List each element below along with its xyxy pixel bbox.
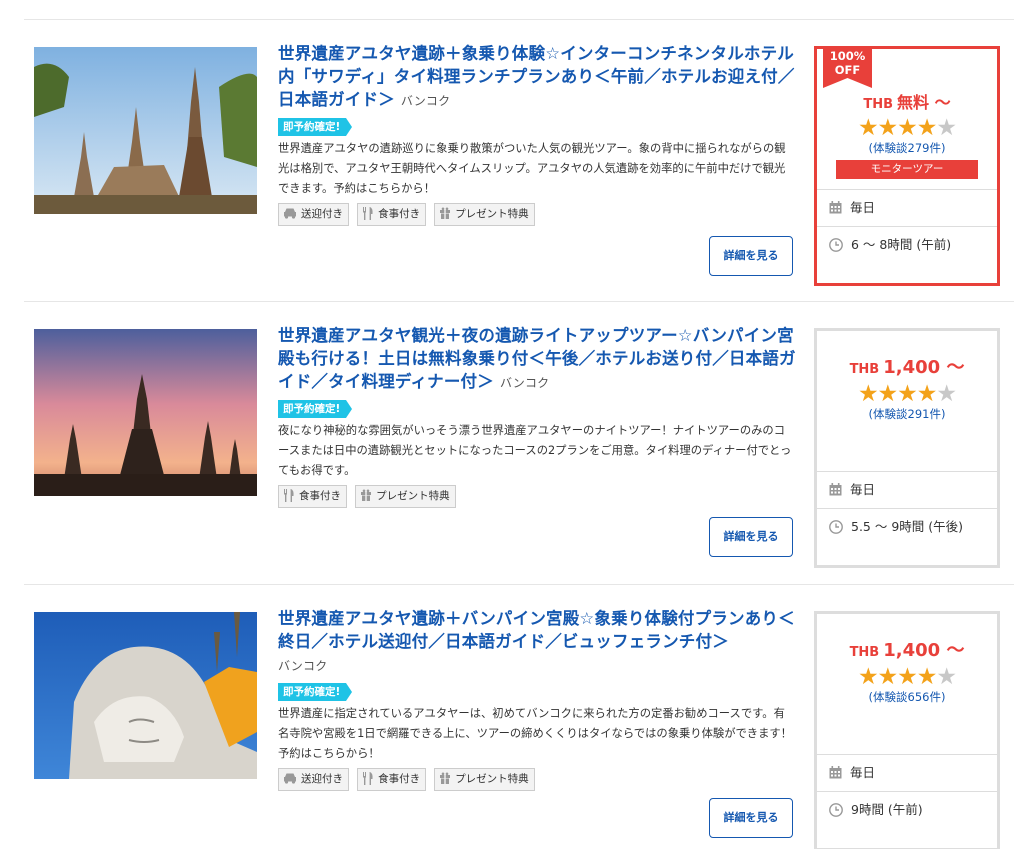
clock-icon xyxy=(829,519,843,534)
feature-tag-meal: 食事付き xyxy=(278,485,347,508)
detail-button[interactable]: 詳細を見る xyxy=(709,236,793,276)
frequency-row: 毎日 xyxy=(817,189,997,226)
car-icon xyxy=(284,773,296,784)
duration-row: 6 ～ 8時間 (午前) xyxy=(817,226,997,263)
tour-photo[interactable] xyxy=(34,47,257,214)
price-box[interactable]: THB 1,400 ～ ★★★★★ (体験談656件) 毎日 9時間 (午前) xyxy=(814,611,1000,849)
star-rating: ★★★★★ xyxy=(857,664,957,690)
feature-tag-meal: 食事付き xyxy=(357,768,427,791)
frequency-row: 毎日 xyxy=(817,754,997,791)
tour-info: 世界遺産アユタヤ観光＋夜の遺跡ライトアップツアー☆バンパイン宮殿も行ける！土日は… xyxy=(278,324,798,509)
monitor-tour-label: モニターツアー xyxy=(836,160,978,179)
tour-description: 世界遺産アユタヤの遺跡巡りに象乗り散策がついた人気の観光ツアー。象の背中に揺られ… xyxy=(278,142,786,195)
gift-icon xyxy=(440,207,451,219)
price-summary: THB 1,400 ～ ★★★★★ (体験談656件) xyxy=(817,614,997,754)
feature-tags: 送迎付き 食事付き プレゼント特典 xyxy=(278,203,798,227)
star-rating: ★★★★★ xyxy=(857,381,957,407)
instant-confirm-badge: 即予約確定! xyxy=(278,683,353,701)
meal-icon xyxy=(363,771,373,785)
tour-city: バンコク xyxy=(400,94,451,108)
price-summary: 100% OFF THB 無料 ～ ★★★★★ (体験談279件) モニターツアー xyxy=(817,46,997,189)
tour-info: 世界遺産アユタヤ遺跡＋バンパイン宮殿☆象乗り体験付プランあり＜終日／ホテル送迎付… xyxy=(278,607,798,792)
price-box[interactable]: 100% OFF THB 無料 ～ ★★★★★ (体験談279件) モニターツアー… xyxy=(814,46,1000,286)
frequency-row: 毎日 xyxy=(817,471,997,508)
tour-card: 世界遺産アユタヤ遺跡＋象乗り体験☆インターコンチネンタルホテル内「サワディ」タイ… xyxy=(24,19,1014,301)
feature-tags: 食事付き プレゼント特典 xyxy=(278,485,798,509)
detail-button[interactable]: 詳細を見る xyxy=(709,517,793,557)
star-rating: ★★★★★ xyxy=(857,115,957,141)
tour-title: 世界遺産アユタヤ遺跡＋象乗り体験☆インターコンチネンタルホテル内「サワディ」タイ… xyxy=(278,42,798,113)
tour-title-link[interactable]: 世界遺産アユタヤ遺跡＋象乗り体験☆インターコンチネンタルホテル内「サワディ」タイ… xyxy=(278,44,795,109)
price-box[interactable]: THB 1,400 ～ ★★★★★ (体験談291件) 毎日 5.5 ～ 9時間 … xyxy=(814,328,1000,568)
feature-tag-pickup: 送迎付き xyxy=(278,768,349,791)
tour-photo[interactable] xyxy=(34,612,257,779)
car-icon xyxy=(284,208,296,219)
review-count-link[interactable]: (体験談279件) xyxy=(817,141,997,155)
price: THB 1,400 ～ xyxy=(849,357,965,378)
calendar-icon xyxy=(829,766,842,779)
feature-tags: 送迎付き 食事付き プレゼント特典 xyxy=(278,768,798,792)
gift-icon xyxy=(440,772,451,784)
tour-city: バンコク xyxy=(278,659,328,673)
clock-icon xyxy=(829,237,843,252)
gift-icon xyxy=(361,489,372,501)
tour-info: 世界遺産アユタヤ遺跡＋象乗り体験☆インターコンチネンタルホテル内「サワディ」タイ… xyxy=(278,42,798,227)
instant-confirm-badge: 即予約確定! xyxy=(278,118,353,136)
review-count-link[interactable]: (体験談656件) xyxy=(817,690,997,704)
feature-tag-gift: プレゼント特典 xyxy=(434,203,535,226)
tour-card: 世界遺産アユタヤ観光＋夜の遺跡ライトアップツアー☆バンパイン宮殿も行ける！土日は… xyxy=(24,301,1014,584)
feature-tag-meal: 食事付き xyxy=(357,203,427,226)
meal-icon xyxy=(363,206,373,220)
tour-city: バンコク xyxy=(499,376,550,390)
tour-description: 夜になり神秘的な雰囲気がいっそう漂う世界遺産アユタヤーのナイトツアー！ナイトツア… xyxy=(278,424,792,477)
price: THB 1,400 ～ xyxy=(849,640,965,661)
tour-title: 世界遺産アユタヤ遺跡＋バンパイン宮殿☆象乗り体験付プランあり＜終日／ホテル送迎付… xyxy=(278,607,798,678)
tour-title-link[interactable]: 世界遺産アユタヤ遺跡＋バンパイン宮殿☆象乗り体験付プランあり＜終日／ホテル送迎付… xyxy=(278,609,795,651)
tour-list: 世界遺産アユタヤ遺跡＋象乗り体験☆インターコンチネンタルホテル内「サワディ」タイ… xyxy=(24,19,1014,849)
calendar-icon xyxy=(829,201,842,214)
instant-confirm-badge: 即予約確定! xyxy=(278,400,353,418)
feature-tag-gift: プレゼント特典 xyxy=(355,485,456,508)
clock-icon xyxy=(829,802,843,817)
duration-row: 9時間 (午前) xyxy=(817,791,997,828)
tour-photo[interactable] xyxy=(34,329,257,496)
tour-description: 世界遺産に指定されているアユタヤーは、初めてバンコクに来られた方の定番お勧めコー… xyxy=(278,707,792,760)
tour-card: 世界遺産アユタヤ遺跡＋バンパイン宮殿☆象乗り体験付プランあり＜終日／ホテル送迎付… xyxy=(24,584,1014,849)
calendar-icon xyxy=(829,483,842,496)
feature-tag-pickup: 送迎付き xyxy=(278,203,349,226)
feature-tag-gift: プレゼント特典 xyxy=(434,768,535,791)
review-count-link[interactable]: (体験談291件) xyxy=(817,407,997,421)
price-summary: THB 1,400 ～ ★★★★★ (体験談291件) xyxy=(817,331,997,471)
meal-icon xyxy=(284,488,294,502)
discount-tag: 100% OFF xyxy=(823,46,872,88)
duration-row: 5.5 ～ 9時間 (午後) xyxy=(817,508,997,545)
detail-button[interactable]: 詳細を見る xyxy=(709,798,793,838)
tour-title: 世界遺産アユタヤ観光＋夜の遺跡ライトアップツアー☆バンパイン宮殿も行ける！土日は… xyxy=(278,324,798,395)
